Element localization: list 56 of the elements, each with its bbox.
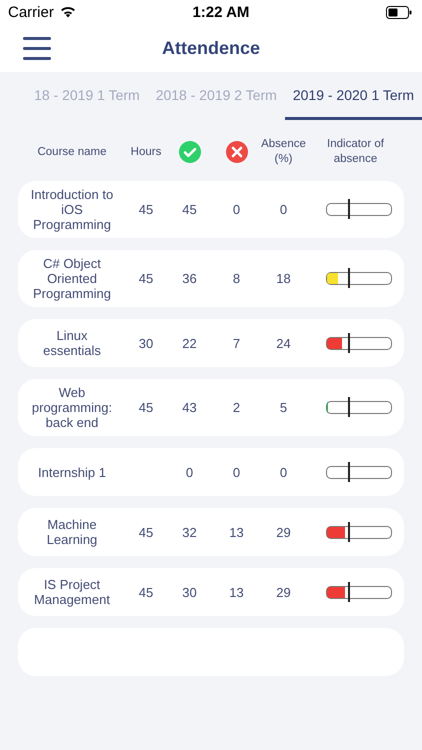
menu-icon[interactable] (23, 36, 51, 60)
battery-icon (386, 6, 412, 18)
table-cell: 13 (229, 524, 244, 540)
column-header: Course name (36, 144, 108, 160)
table-cell: 24 (276, 336, 291, 350)
table-cell: 22 (182, 336, 197, 350)
course-name: Internship 1 (37, 464, 107, 480)
close-icon (226, 141, 248, 163)
threshold-line (348, 332, 350, 352)
table-cell: 18 (276, 271, 291, 286)
table-cell: 5 (280, 400, 288, 415)
table-cell: 32 (182, 524, 197, 540)
table-cell: 36 (182, 271, 197, 286)
table-cell: 0 (232, 202, 240, 217)
course-name: Machine Learning (46, 517, 98, 547)
tab[interactable]: 2018 - 2019 2 Term (148, 72, 285, 120)
column-header: Absence (%) (260, 137, 307, 167)
course-name: Introduction to iOS Programming (30, 187, 114, 232)
table-cell: 29 (276, 524, 291, 540)
table-cell: 30 (182, 584, 197, 600)
wifi-icon (60, 6, 76, 18)
table-cell: 45 (182, 202, 197, 217)
table-cell: 45 (138, 400, 154, 415)
tab[interactable]: 18 - 2019 1 Term (34, 72, 148, 120)
table-cell: 45 (138, 584, 154, 600)
table-cell: 13 (229, 584, 244, 600)
table-cell: 30 (138, 336, 154, 350)
carrier-label: Carrier (8, 4, 54, 20)
table-cell: 0 (280, 464, 288, 480)
table-cell: 7 (232, 336, 240, 350)
table-cell: 45 (138, 271, 154, 286)
column-header: Indicator of absence (326, 137, 385, 167)
table-cell: 45 (138, 524, 154, 540)
threshold-line (348, 522, 350, 542)
course-name: Web programming: back end (30, 385, 114, 430)
table-cell: 29 (276, 584, 291, 600)
tab[interactable]: 2019 - 2020 1 Term (284, 72, 422, 120)
threshold-line (348, 268, 350, 288)
threshold-line (348, 582, 350, 602)
table-cell: 0 (280, 202, 288, 217)
threshold-line (348, 397, 350, 417)
threshold-line (348, 199, 350, 219)
column-header: Hours (130, 144, 162, 160)
table-cell: 8 (232, 271, 240, 286)
table-cell: 0 (232, 464, 240, 480)
screen-title: Attendence (162, 38, 260, 58)
table-cell: 2 (232, 400, 240, 415)
table-cell: 43 (182, 400, 197, 415)
course-name: Linux essentials (42, 328, 102, 358)
table-cell: 45 (138, 202, 154, 217)
clock-time: 1:22 AM (192, 4, 250, 20)
threshold-line (348, 462, 350, 482)
course-name: IS Project Management (33, 577, 111, 607)
course-name: C# Object Oriented Programming (32, 256, 112, 301)
table-cell: 0 (186, 464, 194, 480)
check-icon (178, 141, 200, 163)
